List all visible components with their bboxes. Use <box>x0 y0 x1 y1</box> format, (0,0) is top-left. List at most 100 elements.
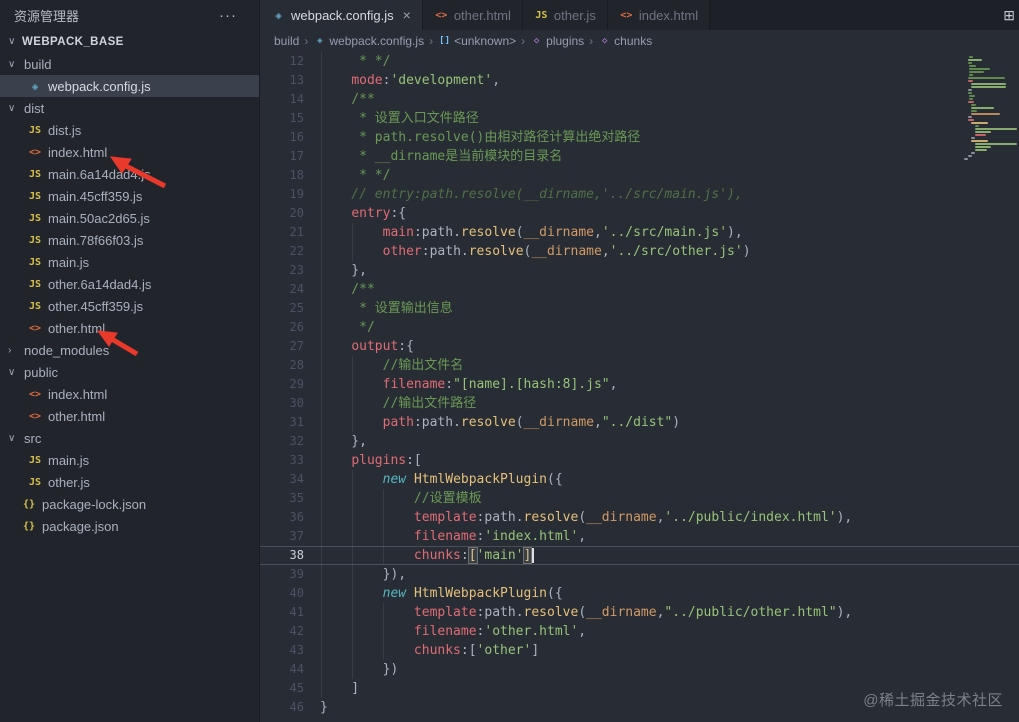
minimap-line <box>974 146 992 148</box>
code-line-40[interactable]: 40 new HtmlWebpackPlugin({ <box>260 584 1019 603</box>
code-line-42[interactable]: 42 filename:'other.html', <box>260 622 1019 641</box>
code-line-41[interactable]: 41 template:path.resolve(__dirname,"../p… <box>260 603 1019 622</box>
line-text: /** <box>320 92 375 107</box>
indent-guide <box>320 584 322 603</box>
tree-item-public[interactable]: ∨ public <box>0 361 259 383</box>
tree-item-main.6a14dad4.js[interactable]: JS main.6a14dad4.js <box>0 163 259 185</box>
code-line-24[interactable]: 24 /** <box>260 280 1019 299</box>
tree-item-main.78f66f03.js[interactable]: JS main.78f66f03.js <box>0 229 259 251</box>
line-text: * 设置入口文件路径 <box>320 111 479 126</box>
file-name: other.html <box>48 320 106 336</box>
tree-item-src[interactable]: ∨ src <box>0 427 259 449</box>
code-line-33[interactable]: 33 plugins:[ <box>260 451 1019 470</box>
file-name: package.json <box>42 518 119 534</box>
tree-item-webpack.config.js[interactable]: ◈ webpack.config.js <box>0 75 259 97</box>
breadcrumb-label: <unknown> <box>454 34 517 48</box>
minimap-line <box>971 104 977 106</box>
tab-other.html[interactable]: <> other.html <box>422 0 523 30</box>
line-text: //输出文件路径 <box>320 396 477 411</box>
tree-item-main.50ac2d65.js[interactable]: JS main.50ac2d65.js <box>0 207 259 229</box>
code-line-21[interactable]: 21 main:path.resolve(__dirname,'../src/m… <box>260 223 1019 242</box>
tab-webpack.config.js[interactable]: ◈ webpack.config.js × <box>260 0 423 30</box>
code-line-30[interactable]: 30 //输出文件路径 <box>260 394 1019 413</box>
code-line-38[interactable]: 38 chunks:['main'] <box>260 546 1019 565</box>
indent-guide <box>320 603 322 622</box>
tree-item-main.45cff359.js[interactable]: JS main.45cff359.js <box>0 185 259 207</box>
code-line-16[interactable]: 16 * path.resolve()由相对路径计算出绝对路径 <box>260 128 1019 147</box>
workspace-section-header[interactable]: ∨ WEBPACK_BASE <box>0 30 259 53</box>
code-line-35[interactable]: 35 //设置模板 <box>260 489 1019 508</box>
code-line-29[interactable]: 29 filename:"[name].[hash:8].js", <box>260 375 1019 394</box>
line-number: 26 <box>289 320 304 334</box>
tree-item-other.js[interactable]: JS other.js <box>0 471 259 493</box>
indent-guide <box>351 356 353 375</box>
html-icon: <> <box>28 322 42 334</box>
code-line-20[interactable]: 20 entry:{ <box>260 204 1019 223</box>
line-number: 40 <box>289 586 304 600</box>
indent-guide <box>351 413 353 432</box>
minimap-line <box>974 149 987 151</box>
minimap-line <box>967 101 974 103</box>
more-actions-icon[interactable]: ··· <box>219 7 237 24</box>
tree-item-build[interactable]: ∨ build <box>0 53 259 75</box>
line-text: */ <box>320 320 375 335</box>
tab-other.js[interactable]: JS other.js <box>522 0 608 30</box>
code-line-14[interactable]: 14 /** <box>260 90 1019 109</box>
tree-item-main.js[interactable]: JS main.js <box>0 449 259 471</box>
code-line-15[interactable]: 15 * 设置入口文件路径 <box>260 109 1019 128</box>
code-line-25[interactable]: 25 * 设置输出信息 <box>260 299 1019 318</box>
code-line-22[interactable]: 22 other:path.resolve(__dirname,'../src/… <box>260 242 1019 261</box>
code-line-37[interactable]: 37 filename:'index.html', <box>260 527 1019 546</box>
code-editor[interactable]: 12 * */13 mode:'development', 14 /** 15 * … <box>260 52 1019 722</box>
breadcrumb-label: chunks <box>614 34 653 48</box>
code-line-31[interactable]: 31 path:path.resolve(__dirname,"../dist"… <box>260 413 1019 432</box>
code-line-19[interactable]: 19 // entry:path.resolve(__dirname,'../s… <box>260 185 1019 204</box>
file-name: index.html <box>48 144 108 160</box>
tab-index.html[interactable]: <> index.html <box>607 0 711 30</box>
code-line-12[interactable]: 12 * */ <box>260 52 1019 71</box>
minimap[interactable] <box>961 54 1019 162</box>
code-line-23[interactable]: 23 }, <box>260 261 1019 280</box>
js-icon: JS <box>28 212 42 224</box>
breadcrumb-item-webpack.config.js[interactable]: ◈ webpack.config.js <box>313 34 424 48</box>
breadcrumb-item-plugins[interactable]: ◇ plugins <box>530 34 584 48</box>
explorer-sidebar: 资源管理器 ··· ∨ WEBPACK_BASE ∨ build ◈ webpack.… <box>0 0 260 722</box>
file-name: public <box>24 364 58 380</box>
code-line-34[interactable]: 34 new HtmlWebpackPlugin({ <box>260 470 1019 489</box>
text-cursor <box>532 548 534 563</box>
split-editor-icon[interactable]: ⊞ <box>1003 7 1015 24</box>
tree-item-package-lock.json[interactable]: {} package-lock.json <box>0 493 259 515</box>
tree-item-index.html[interactable]: <> index.html <box>0 141 259 163</box>
code-line-39[interactable]: 39 }), <box>260 565 1019 584</box>
tree-item-main.js[interactable]: JS main.js <box>0 251 259 273</box>
tree-item-other.45cff359.js[interactable]: JS other.45cff359.js <box>0 295 259 317</box>
code-line-28[interactable]: 28 //输出文件名 <box>260 356 1019 375</box>
code-line-13[interactable]: 13 mode:'development', <box>260 71 1019 90</box>
code-line-17[interactable]: 17 * __dirname是当前模块的目录名 <box>260 147 1019 166</box>
indent-guide <box>351 603 353 622</box>
tree-item-dist[interactable]: ∨ dist <box>0 97 259 119</box>
tree-item-other.html[interactable]: <> other.html <box>0 317 259 339</box>
close-icon[interactable]: × <box>403 7 411 23</box>
tree-item-other.6a14dad4.js[interactable]: JS other.6a14dad4.js <box>0 273 259 295</box>
tree-item-dist.js[interactable]: JS dist.js <box>0 119 259 141</box>
tree-item-index.html[interactable]: <> index.html <box>0 383 259 405</box>
minimap-line <box>967 92 972 94</box>
tree-item-other.html[interactable]: <> other.html <box>0 405 259 427</box>
breadcrumb-item-build[interactable]: build <box>274 34 299 48</box>
code-line-36[interactable]: 36 template:path.resolve(__dirname,'../p… <box>260 508 1019 527</box>
code-line-26[interactable]: 26 */ <box>260 318 1019 337</box>
breadcrumb-item-chunks[interactable]: ◇ chunks <box>598 34 652 48</box>
code-line-43[interactable]: 43 chunks:['other'] <box>260 641 1019 660</box>
tree-item-package.json[interactable]: {} package.json <box>0 515 259 537</box>
code-line-44[interactable]: 44 }) <box>260 660 1019 679</box>
code-line-32[interactable]: 32 }, <box>260 432 1019 451</box>
breadcrumb: build › ◈ webpack.config.js › [] <unknown> › ◇ pl… <box>260 30 1019 52</box>
code-line-27[interactable]: 27 output:{ <box>260 337 1019 356</box>
tree-item-node_modules[interactable]: › node_modules <box>0 339 259 361</box>
indent-guide <box>320 375 322 394</box>
line-text: main:path.resolve(__dirname,'../src/main… <box>382 225 743 240</box>
breadcrumb-item-unknown[interactable]: [] <unknown> <box>438 34 516 48</box>
code-line-18[interactable]: 18 * */ <box>260 166 1019 185</box>
html-icon: <> <box>620 9 633 21</box>
